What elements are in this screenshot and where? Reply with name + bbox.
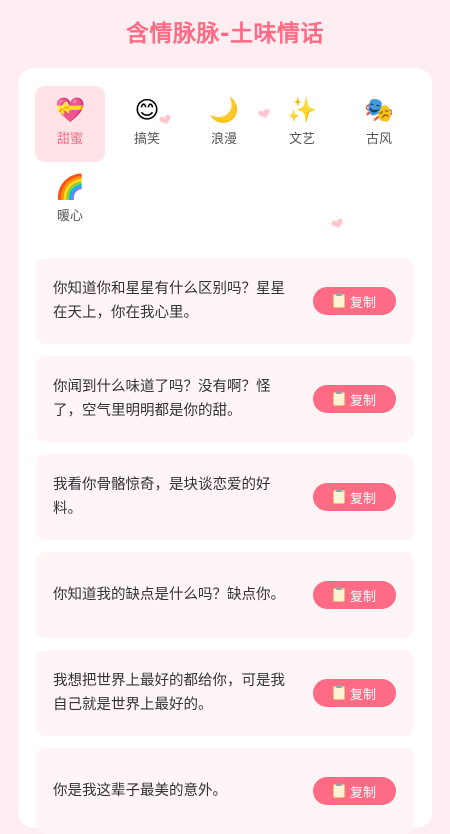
quote-text: 你闻到什么味道了吗？没有啊？怪了，空气里明明都是你的甜。 (53, 379, 271, 419)
category-label: 暖心 (56, 209, 83, 224)
copy-button[interactable]: 复制 (313, 287, 396, 315)
copy-button[interactable]: 复制 (313, 679, 396, 707)
quote-text: 我想把世界上最好的都给你，可是我自己就是世界上最好的。 (53, 673, 285, 713)
sparkles-icon: ✨ (287, 96, 317, 124)
gift-heart-icon: 💝 (55, 96, 85, 124)
category-sweet[interactable]: 💝 甜蜜 (35, 86, 105, 162)
copy-button[interactable]: 复制 (313, 385, 396, 413)
quote-text: 你是我这辈子最美的意外。 (53, 783, 227, 799)
list-item: 你是我这辈子最美的意外。 复制 (36, 748, 414, 834)
copy-label: 复制 (349, 687, 376, 703)
copy-label: 复制 (349, 393, 376, 409)
category-label: 文艺 (288, 132, 315, 147)
clipboard-icon (332, 685, 345, 700)
list-item: 我想把世界上最好的都给你，可是我自己就是世界上最好的。 复制 (36, 650, 414, 736)
main-card: 💝 甜蜜 😊 搞笑 🌙 浪漫 ✨ 文艺 🎭 古风 🌈 暖心 ❤ ❤ ❤ 你知道你… (18, 68, 432, 834)
clipboard-icon (332, 489, 345, 504)
list-item: 我看你骨骼惊奇，是块谈恋爱的好料。 复制 (36, 454, 414, 540)
clipboard-icon (332, 587, 345, 602)
clipboard-icon (332, 783, 345, 798)
quote-text: 你知道我的缺点是什么吗？缺点你。 (53, 587, 285, 603)
copy-button[interactable]: 复制 (313, 483, 396, 511)
category-warm[interactable]: 🌈 暖心 (35, 163, 105, 239)
clipboard-icon (332, 293, 345, 308)
app-title: 含情脉脉-土味情话 (125, 21, 325, 47)
category-label: 搞笑 (133, 132, 160, 147)
copy-button[interactable]: 复制 (313, 581, 396, 609)
moon-icon: 🌙 (209, 96, 239, 124)
category-label: 古风 (365, 132, 392, 147)
list-item: 你知道你和星星有什么区别吗？星星在天上，你在我心里。 复制 (36, 258, 414, 344)
copy-label: 复制 (349, 295, 376, 311)
clipboard-icon (332, 391, 345, 406)
list-item: 你闻到什么味道了吗？没有啊？怪了，空气里明明都是你的甜。 复制 (36, 356, 414, 442)
category-label: 甜蜜 (56, 132, 83, 147)
copy-label: 复制 (349, 785, 376, 801)
rainbow-icon: 🌈 (55, 173, 85, 201)
copy-label: 复制 (349, 589, 376, 605)
smiley-icon: 😊 (134, 96, 160, 124)
category-label: 浪漫 (210, 132, 237, 147)
heart-icon: ❤ (328, 213, 348, 236)
category-literary[interactable]: ✨ 文艺 (267, 86, 337, 162)
category-romantic[interactable]: 🌙 浪漫 (189, 86, 259, 162)
copy-button[interactable]: 复制 (313, 777, 396, 805)
quote-text: 我看你骨骼惊奇，是块谈恋爱的好料。 (53, 477, 271, 517)
theater-masks-icon: 🎭 (364, 96, 394, 124)
category-classical[interactable]: 🎭 古风 (344, 86, 414, 162)
quote-text: 你知道你和星星有什么区别吗？星星在天上，你在我心里。 (53, 281, 285, 321)
copy-label: 复制 (349, 491, 376, 507)
list-item: 你知道我的缺点是什么吗？缺点你。 复制 (36, 552, 414, 638)
